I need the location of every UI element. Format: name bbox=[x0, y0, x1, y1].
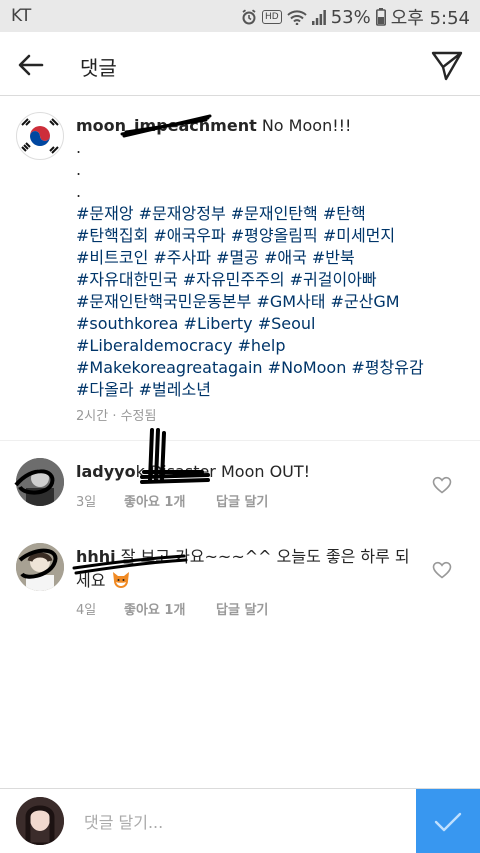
comment-username[interactable]: ladyyo bbox=[76, 462, 136, 481]
comment-meta: 3일 좋아요 1개 답글 달기 bbox=[76, 491, 268, 510]
hashtag-line[interactable]: #Liberaldemocracy #help bbox=[76, 335, 466, 357]
comment-username[interactable]: hhhi bbox=[76, 547, 116, 566]
comment-age: 3일 bbox=[76, 495, 97, 510]
caption-first-line: moon_impeachment No Moon!!! bbox=[76, 115, 466, 137]
battery-percent: 53% bbox=[330, 6, 371, 28]
divider bbox=[0, 440, 480, 441]
comment-item: hhhi 잘 보고 가요~~~^^ 오늘도 좋은 하루 되세요 4일 좋아요 1… bbox=[0, 535, 480, 625]
comment-likes[interactable]: 좋아요 1개 bbox=[124, 491, 216, 510]
reply-button[interactable]: 답글 달기 bbox=[216, 491, 268, 510]
comment-meta: 4일 좋아요 1개 답글 달기 bbox=[76, 599, 268, 618]
hashtag-line[interactable]: #자유대한민국 #자유민주주의 #귀걸이아빠 bbox=[76, 269, 466, 291]
post-comment-button[interactable] bbox=[416, 789, 480, 853]
comment-body: k Disaster Moon OUT! bbox=[135, 462, 311, 481]
hashtag-line[interactable]: #문재인탄핵국민운동본부 #GM사태 #군산GM bbox=[76, 291, 466, 313]
commenter-avatar[interactable] bbox=[16, 458, 64, 506]
caption-dot: . bbox=[76, 182, 82, 201]
heart-icon[interactable] bbox=[432, 476, 452, 494]
carrier-label: KT bbox=[11, 6, 32, 26]
hashtag-line[interactable]: #Makekoreagreatagain #NoMoon #평창유감 bbox=[76, 357, 466, 379]
alarm-icon bbox=[242, 9, 256, 25]
hashtag-line[interactable]: #비트코인 #주사파 #멸공 #애국 #반북 bbox=[76, 247, 466, 269]
page-title: 댓글 bbox=[80, 56, 117, 80]
commenter-avatar[interactable] bbox=[16, 543, 64, 591]
hashtag-block: #문재앙 #문재앙정부 #문재인탄핵 #탄핵 #탄핵집회 #애국우파 #평양올림… bbox=[76, 203, 466, 401]
comment-composer bbox=[0, 788, 480, 853]
caption-dot: . bbox=[76, 138, 82, 157]
fox-emoji-icon bbox=[111, 570, 131, 590]
taegeuk-flag-icon bbox=[18, 114, 62, 158]
post-caption: moon_impeachment No Moon!!! . . . #문재앙 #… bbox=[76, 115, 466, 401]
avatar-photo bbox=[16, 797, 64, 845]
back-arrow-icon[interactable] bbox=[16, 50, 46, 80]
signal-icon bbox=[311, 10, 326, 25]
hashtag-line[interactable]: #다올라 #벌레소년 bbox=[76, 379, 466, 401]
comment-text: ladyyok Disaster Moon OUT! bbox=[76, 460, 421, 484]
status-icons: HD 53% 오후 5:54 bbox=[241, 4, 470, 30]
battery-icon bbox=[375, 8, 386, 26]
avatar-photo bbox=[16, 458, 64, 506]
caption-dots: . . . bbox=[76, 137, 466, 203]
clock: 오후 5:54 bbox=[390, 8, 470, 29]
comment-text: hhhi 잘 보고 가요~~~^^ 오늘도 좋은 하루 되세요 bbox=[76, 545, 421, 593]
comment-likes[interactable]: 좋아요 1개 bbox=[124, 599, 216, 618]
hashtag-line[interactable]: #문재앙 #문재앙정부 #문재인탄핵 #탄핵 bbox=[76, 203, 466, 225]
reply-button[interactable]: 답글 달기 bbox=[216, 599, 268, 618]
status-bar: KT HD 53% 오후 5:54 bbox=[0, 0, 480, 32]
post-author-username[interactable]: moon_impeachment bbox=[76, 116, 257, 135]
app-header: 댓글 bbox=[0, 32, 480, 96]
heart-icon[interactable] bbox=[432, 561, 452, 579]
send-direct-icon[interactable] bbox=[430, 48, 464, 82]
caption-text: No Moon!!! bbox=[256, 116, 352, 135]
post-author-avatar[interactable] bbox=[16, 112, 64, 160]
wifi-icon bbox=[287, 10, 307, 25]
avatar-photo bbox=[16, 543, 64, 591]
caption-timestamp: 2시간 · 수정됨 bbox=[76, 409, 157, 424]
comment-input[interactable] bbox=[84, 807, 404, 837]
checkmark-icon bbox=[434, 812, 462, 831]
hd-voice-icon: HD bbox=[262, 10, 282, 24]
current-user-avatar bbox=[16, 797, 64, 845]
comment-item: ladyyok Disaster Moon OUT! 3일 좋아요 1개 답글 … bbox=[0, 450, 480, 525]
hashtag-line[interactable]: #탄핵집회 #애국우파 #평양올림픽 #미세먼지 bbox=[76, 225, 466, 247]
hashtag-line[interactable]: #southkorea #Liberty #Seoul bbox=[76, 313, 466, 335]
caption-dot: . bbox=[76, 160, 82, 179]
comment-age: 4일 bbox=[76, 603, 97, 618]
